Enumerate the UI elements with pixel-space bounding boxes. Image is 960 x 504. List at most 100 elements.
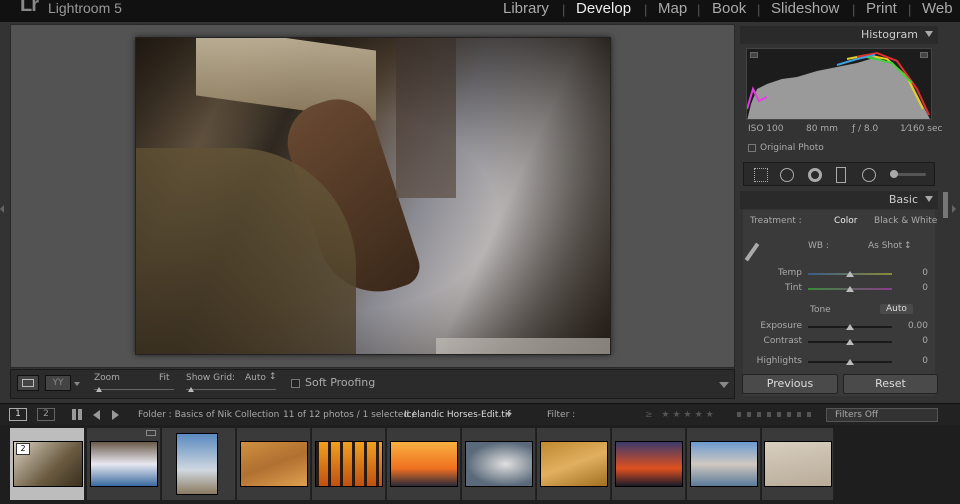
spot-removal-icon[interactable] <box>780 168 794 182</box>
grid-slider-knob[interactable] <box>188 387 194 392</box>
tone-auto-button[interactable]: Auto <box>880 304 913 314</box>
module-slideshow[interactable]: Slideshow <box>771 0 839 17</box>
thumbnail-dusk[interactable] <box>615 441 683 487</box>
zoom-slider-knob[interactable] <box>96 387 102 392</box>
highlight-clipping-icon[interactable] <box>920 52 928 58</box>
wb-dropdown-icon[interactable]: ↕ <box>904 241 912 251</box>
filmstrip-cell[interactable] <box>462 428 536 500</box>
right-panel-toggle-icon[interactable] <box>952 205 956 213</box>
soft-proofing-checkbox[interactable] <box>291 379 300 388</box>
module-separator: | <box>562 2 566 17</box>
module-print[interactable]: Print <box>866 0 897 17</box>
selected-filename[interactable]: Icelandic Horses-Edit.tif <box>404 410 511 420</box>
shadow-clipping-icon[interactable] <box>750 52 758 58</box>
filmstrip-cell[interactable] <box>687 428 761 500</box>
basic-header[interactable]: Basic <box>740 191 938 209</box>
photo-preview[interactable] <box>135 37 611 355</box>
slider-value-tint[interactable]: 0 <box>888 283 928 293</box>
filmstrip-cell[interactable] <box>762 428 834 500</box>
show-grid-dropdown-icon[interactable]: ↕ <box>269 372 277 382</box>
red-eye-icon[interactable] <box>808 168 822 182</box>
treatment-color[interactable]: Color <box>834 216 858 226</box>
wb-value[interactable]: As Shot <box>868 241 902 251</box>
adjustment-brush-icon[interactable] <box>890 170 926 178</box>
thumbnail-sunset[interactable] <box>390 441 458 487</box>
show-grid-label: Show Grid: <box>186 373 236 383</box>
reset-button[interactable]: Reset <box>843 374 938 394</box>
module-map[interactable]: Map <box>658 0 687 17</box>
filmstrip-cell[interactable]: 2 <box>10 428 85 500</box>
histogram-graph[interactable] <box>746 48 932 120</box>
treatment-black-white[interactable]: Black & White <box>874 216 937 226</box>
back-arrow-icon[interactable] <box>93 410 100 420</box>
loupe-icon <box>22 379 34 387</box>
toolbar-options-dropdown-icon[interactable] <box>719 382 729 388</box>
tone-label: Tone <box>810 305 831 315</box>
develop-toolbar: YY Zoom Fit Show Grid: Auto ↕ Soft Proof… <box>10 369 735 399</box>
collapse-triangle-icon <box>925 31 933 37</box>
thumbnail-pelican[interactable] <box>176 433 218 495</box>
panel-scrollbar[interactable] <box>943 192 948 218</box>
star-rating-filter[interactable]: ≥ ★★★★★ <box>645 410 717 420</box>
filmstrip-bar: 1 2 Folder : Basics of Nik Collection 11… <box>0 403 960 425</box>
module-separator: | <box>644 2 648 17</box>
filmstrip-cell[interactable] <box>537 428 611 500</box>
radial-filter-icon[interactable] <box>862 168 876 182</box>
module-book[interactable]: Book <box>712 0 746 17</box>
thumbnail-town[interactable] <box>690 441 758 487</box>
thumbnail-pier-sunset[interactable] <box>315 441 383 487</box>
module-develop[interactable]: Develop <box>576 0 631 17</box>
thumbnail-surf[interactable] <box>465 441 533 487</box>
filmstrip: 2 <box>0 425 960 504</box>
show-grid-value[interactable]: Auto <box>245 373 266 383</box>
thumbnail-dunes[interactable] <box>540 441 608 487</box>
slider-value-temp[interactable]: 0 <box>888 268 928 278</box>
module-web[interactable]: Web <box>922 0 953 17</box>
slider-value-exposure[interactable]: 0.00 <box>888 321 928 331</box>
thumbnail-sand[interactable] <box>240 441 308 487</box>
left-panel-toggle-icon[interactable] <box>0 205 4 213</box>
slider-knob-highlights[interactable] <box>846 359 854 365</box>
previous-button[interactable]: Previous <box>742 374 838 394</box>
filter-label: Filter : <box>547 410 576 420</box>
filmstrip-cell[interactable] <box>612 428 686 500</box>
thumbnail-beach-grass[interactable] <box>764 441 832 487</box>
slider-value-highlights[interactable]: 0 <box>888 356 928 366</box>
thumbnail-waves[interactable] <box>90 441 158 487</box>
zoom-slider[interactable] <box>94 389 174 390</box>
before-after-dropdown-icon[interactable] <box>74 382 80 386</box>
histogram-svg <box>747 51 930 119</box>
forward-arrow-icon[interactable] <box>112 410 119 420</box>
slider-knob-temp[interactable] <box>846 271 854 277</box>
slider-knob-exposure[interactable] <box>846 324 854 330</box>
filters-off-select[interactable]: Filters Off <box>826 408 938 422</box>
color-label-filter[interactable] <box>737 412 817 417</box>
folder-path[interactable]: Folder : Basics of Nik Collection <box>138 410 279 420</box>
filename-dropdown-icon[interactable] <box>506 413 512 417</box>
filmstrip-cell[interactable] <box>87 428 161 500</box>
module-separator: | <box>852 2 856 17</box>
histogram-header[interactable]: Histogram <box>740 26 938 44</box>
before-after-button[interactable]: YY <box>45 375 71 391</box>
focal-length: 80 mm <box>806 124 838 134</box>
graduated-filter-icon[interactable] <box>836 167 846 183</box>
grid-view-icon[interactable] <box>72 409 83 420</box>
zoom-value: Fit <box>159 373 170 383</box>
original-photo-checkbox[interactable] <box>748 144 756 152</box>
crop-tool-icon[interactable] <box>754 168 768 182</box>
main-window-button[interactable]: 1 <box>9 408 27 421</box>
stack-badge-icon <box>146 430 156 436</box>
slider-knob-tint[interactable] <box>846 286 854 292</box>
filmstrip-cell[interactable] <box>312 428 386 500</box>
filmstrip-cell[interactable] <box>387 428 461 500</box>
second-window-button[interactable]: 2 <box>37 408 55 421</box>
filmstrip-cell[interactable] <box>237 428 311 500</box>
loupe-view-button[interactable] <box>17 375 39 391</box>
module-library[interactable]: Library <box>503 0 549 17</box>
slider-knob-contrast[interactable] <box>846 339 854 345</box>
slider-value-contrast[interactable]: 0 <box>888 336 928 346</box>
slider-label-contrast: Contrast <box>763 336 802 346</box>
grid-slider[interactable] <box>186 389 276 390</box>
filmstrip-cell[interactable] <box>162 428 236 500</box>
tool-strip <box>743 162 935 186</box>
